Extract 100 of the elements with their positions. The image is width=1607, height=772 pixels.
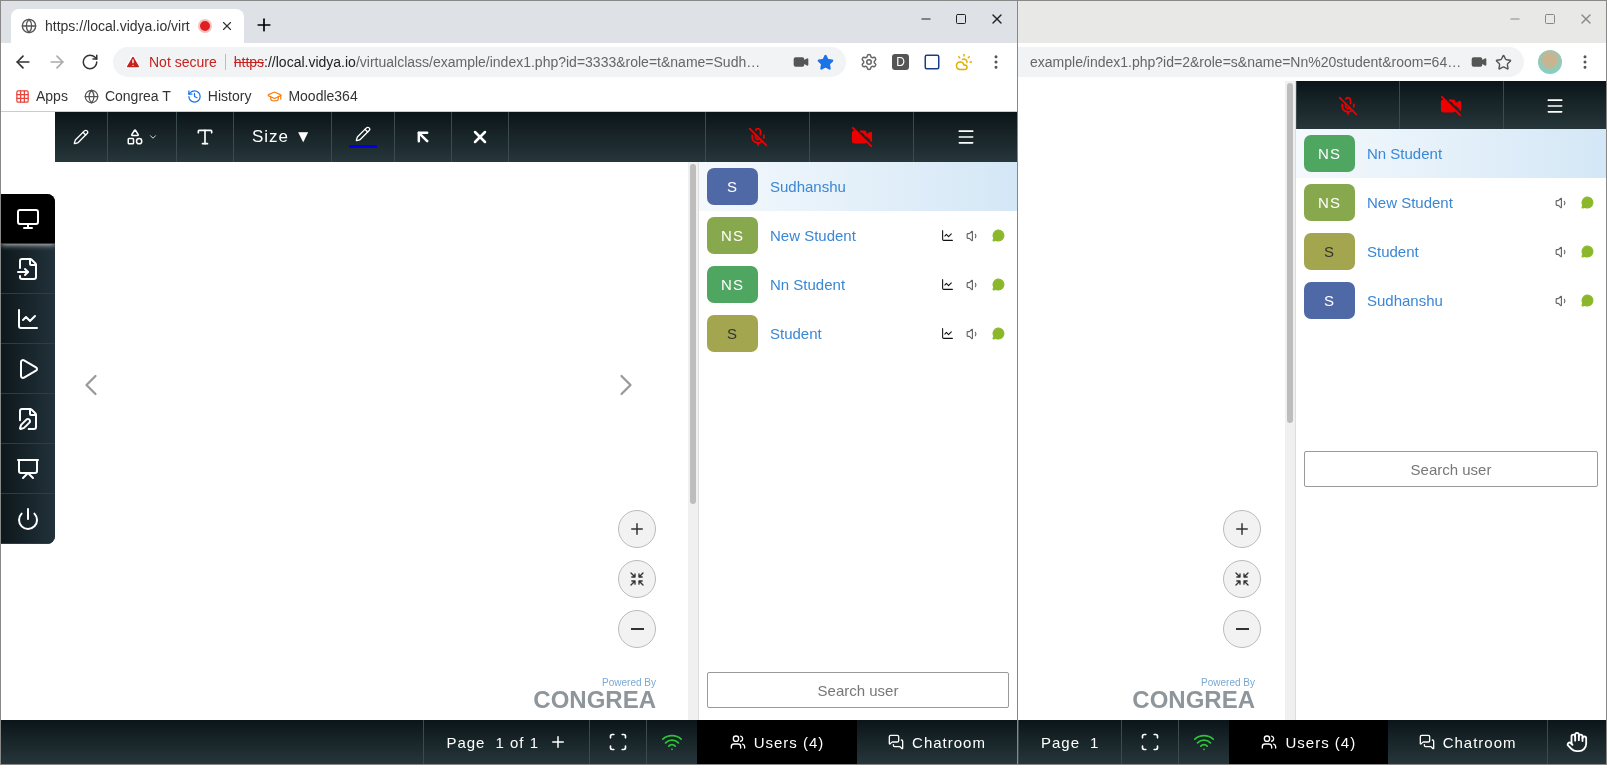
mic-off-icon [747, 127, 768, 147]
star-icon[interactable] [1495, 53, 1512, 71]
user-avatar: NS [707, 217, 758, 254]
extension-badge[interactable]: D [892, 54, 909, 70]
fit-button[interactable] [1223, 560, 1261, 598]
pencil-icon [73, 129, 89, 145]
camera-off-icon [850, 126, 873, 148]
user-avatar: NS [707, 266, 758, 303]
user-avatar: S [1304, 233, 1355, 270]
plus-icon [1233, 520, 1251, 538]
screen-share-icon[interactable] [941, 229, 954, 242]
chat-bubbles-icon [888, 734, 905, 750]
footer-tab[interactable]: Chatroom [1388, 720, 1547, 764]
footer-tab[interactable]: Users (4) [697, 720, 857, 764]
star-icon[interactable] [817, 53, 835, 71]
logo-caption: Powered By [1201, 677, 1255, 688]
monitor-icon [16, 206, 40, 231]
bookmark-link[interactable]: Moodle364 [267, 88, 358, 104]
address-bar[interactable]: example/index1.php?id=2&role=s&name=Nn%20student&room=64… [1018, 47, 1524, 77]
add-page-icon[interactable] [549, 733, 567, 751]
mic-off-icon [1338, 96, 1359, 116]
minus-icon [630, 628, 644, 630]
sidebar-button[interactable] [1, 244, 55, 294]
user-avatar: S [1304, 282, 1355, 319]
fit-button[interactable] [618, 560, 656, 598]
power-icon [16, 506, 40, 531]
screen-chart-icon [16, 306, 40, 331]
footer-tab[interactable]: Users (4) [1229, 720, 1389, 764]
logo-caption: Powered By [602, 677, 656, 688]
tab-title: https://local.vidya.io/virt [45, 18, 190, 34]
logo-text: CONGREA [533, 688, 656, 712]
bookmark-link[interactable]: Congrea T [83, 88, 171, 104]
user-avatar: S [707, 315, 758, 352]
history-icon [186, 88, 202, 104]
screen-share-icon[interactable] [941, 278, 954, 291]
users-icon [1261, 734, 1278, 750]
user-row[interactable]: S Sudhanshu [699, 162, 1017, 211]
user-name: Nn Student [1367, 145, 1444, 162]
gear-icon[interactable] [860, 53, 879, 71]
logo-text: CONGREA [1132, 688, 1255, 712]
sidebar-button[interactable] [1, 294, 55, 344]
hand-icon [1566, 731, 1588, 753]
search-user-field[interactable]: Search user [1304, 451, 1598, 487]
fullscreen-icon [1140, 732, 1161, 752]
user-name: Student [1367, 243, 1420, 260]
minus-icon [1235, 628, 1249, 630]
zoom-in-button[interactable] [1223, 510, 1261, 548]
bookmark-link[interactable]: History [186, 88, 252, 104]
address-bar[interactable]: Not secure https://local.vidya.io/virtualclass/example/index1.php?id=3333&role=t&name=Sudh… [113, 47, 847, 77]
shrink-icon [1234, 571, 1250, 587]
warning-icon [125, 54, 141, 70]
sidebar-button[interactable] [1, 494, 55, 544]
sidebar-button[interactable] [1, 444, 55, 494]
pencil-icon [354, 126, 371, 142]
url-text: example/index1.php?id=2&role=s&name=Nn%20student&room=64… [1030, 54, 1463, 70]
camera-icon[interactable] [1471, 54, 1487, 70]
user-name: New Student [1367, 194, 1454, 211]
sidebar-button[interactable] [1, 344, 55, 394]
not-secure-label: Not secure [149, 54, 217, 70]
sidebar-button[interactable] [1, 194, 55, 244]
scrollbar-thumb[interactable] [690, 164, 696, 504]
globe-icon [21, 18, 37, 34]
graduation-cap-icon [267, 88, 283, 104]
browser-tab[interactable]: https://local.vidya.io/virt [11, 9, 244, 43]
user-name: Nn Student [770, 276, 847, 293]
camera-off-icon [1440, 95, 1463, 117]
notes-icon [16, 406, 40, 431]
reload-icon[interactable] [81, 53, 99, 71]
user-name: Student [770, 325, 823, 342]
plus-icon [628, 520, 646, 538]
user-name: Sudhanshu [770, 178, 847, 195]
color-swatch [348, 145, 377, 148]
user-name: Sudhanshu [1367, 292, 1444, 309]
screen-share-icon[interactable] [941, 327, 954, 340]
bookmark-link[interactable]: Apps [15, 88, 68, 104]
chat-bubbles-icon [1418, 734, 1435, 750]
maximize-icon[interactable] [955, 11, 967, 27]
caret-icon [148, 132, 158, 142]
zoom-in-button[interactable] [618, 510, 656, 548]
users-icon [729, 734, 746, 750]
page-label: Page [1041, 733, 1081, 751]
user-name: New Student [770, 227, 857, 244]
url-text: https://local.vidya.io/virtualclass/example/index1.php?id=3333&role=t&name=Sudh… [233, 54, 762, 70]
page-label: Page [446, 733, 486, 751]
recording-icon [197, 19, 212, 33]
apps-icon [15, 88, 30, 104]
size-button[interactable]: Size ▼ [234, 112, 332, 162]
user-avatar: NS [1304, 184, 1355, 221]
scrollbar-thumb[interactable] [1287, 83, 1293, 423]
page-number: 1 of 1 [495, 733, 539, 751]
user-avatar: S [707, 168, 758, 205]
document-icon [16, 256, 40, 281]
user-avatar: NS [1304, 135, 1355, 172]
sidebar-button[interactable] [1, 394, 55, 444]
camera-icon[interactable] [793, 54, 810, 70]
search-user-field[interactable]: Search user [707, 672, 1009, 708]
presentation-icon [16, 456, 40, 481]
shrink-icon [629, 571, 645, 587]
shapes-icon [126, 128, 144, 146]
footer-tab[interactable]: Chatroom [857, 720, 1017, 764]
